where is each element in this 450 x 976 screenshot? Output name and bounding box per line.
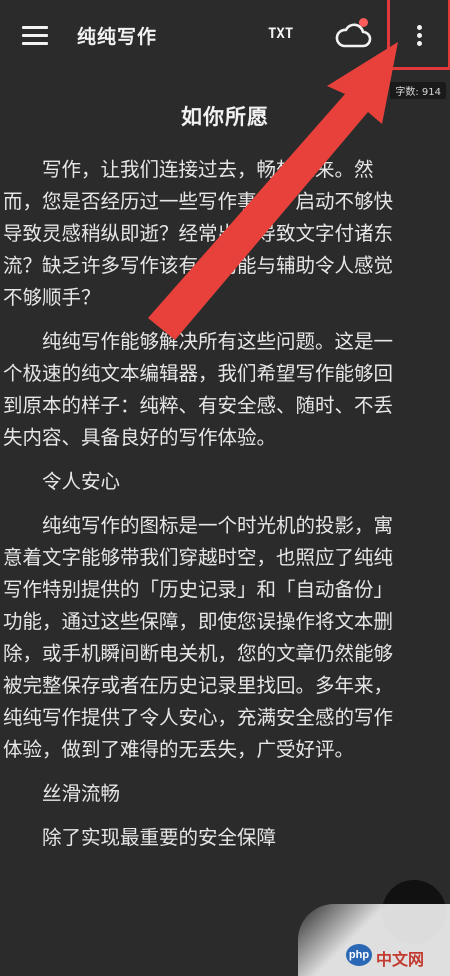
top-toolbar: 纯纯写作 TXT (0, 0, 450, 72)
text-paragraph: 写作，让我们连接过去，畅想未来。然而，您是否经历过一些写作事件：启动不够快 导致灵… (0, 154, 450, 314)
watermark-overlay (298, 904, 450, 976)
text-line: 纯纯写作能够解决所有这些问题。这是一 (42, 330, 394, 353)
document-body[interactable]: 写作，让我们连接过去，畅想未来。然而，您是否经历过一些写作事件：启动不够快 导致灵… (0, 154, 450, 866)
document-title[interactable]: 如你所愿 (0, 101, 450, 131)
text-line: 流？缺乏许多写作该有的功能与辅助令人感觉 (3, 254, 394, 277)
text-paragraph: 纯纯写作的图标是一个时光机的投影，寓意着文字能够带我们穿越时空，也照应了纯纯 写作… (0, 510, 450, 766)
text-line: 纯纯写作的图标是一个时光机的投影，寓 (42, 514, 394, 537)
text-line: 功能，通过这些保障，即使您误操作将文本删 (3, 610, 394, 633)
text-line: 体验，做到了难得的无丢失，广受好评。 (3, 738, 355, 761)
section-heading: 令人安心 (42, 470, 121, 493)
text-paragraph: 除了实现最重要的安全保障 (0, 822, 450, 854)
text-line: 被完整保存或者在历史记录里找回。多年来， (3, 674, 394, 697)
more-vertical-icon[interactable] (410, 22, 428, 50)
word-count-badge: 字数: 914 (390, 82, 446, 99)
text-line: 除了实现最重要的安全保障 (42, 826, 277, 849)
text-line: 意着文字能够带我们穿越时空，也照应了纯纯 (3, 546, 394, 569)
text-line: 写作，让我们连接过去，畅想未来。然 (42, 158, 374, 181)
text-line: 除，或手机瞬间断电关机，您的文章仍然能够 (3, 642, 394, 665)
watermark-site-text: 中文网 (376, 950, 425, 969)
text-line: 失内容、具备良好的写作体验。 (3, 426, 277, 449)
sync-notification-dot (359, 18, 368, 27)
txt-export-button[interactable]: TXT (268, 26, 293, 42)
text-line: 到原本的样子：纯粹、有安全感、随时、不丢 (3, 394, 394, 417)
php-logo-icon: php (346, 944, 372, 966)
text-line: 个极速的纯文本编辑器，我们希望写作能够回 (3, 362, 394, 385)
text-line: 纯纯写作提供了令人安心，充满安全感的写作 (3, 706, 394, 729)
text-line: 而，您是否经历过一些写作事件：启动不够快 (3, 190, 394, 213)
section-heading: 丝滑流畅 (42, 782, 121, 805)
text-line: 导致灵感稍纵即逝？经常出错导致文字付诸东 (3, 222, 394, 245)
text-paragraph: 纯纯写作能够解决所有这些问题。这是一个极速的纯文本编辑器，我们希望写作能够回 到原… (0, 326, 450, 454)
app-title: 纯纯写作 (77, 26, 158, 48)
text-line: 不够顺手？ (3, 286, 101, 309)
text-line: 写作特别提供的「历史记录」和「自动备份」 (3, 578, 394, 601)
hamburger-menu-icon[interactable] (22, 24, 48, 46)
